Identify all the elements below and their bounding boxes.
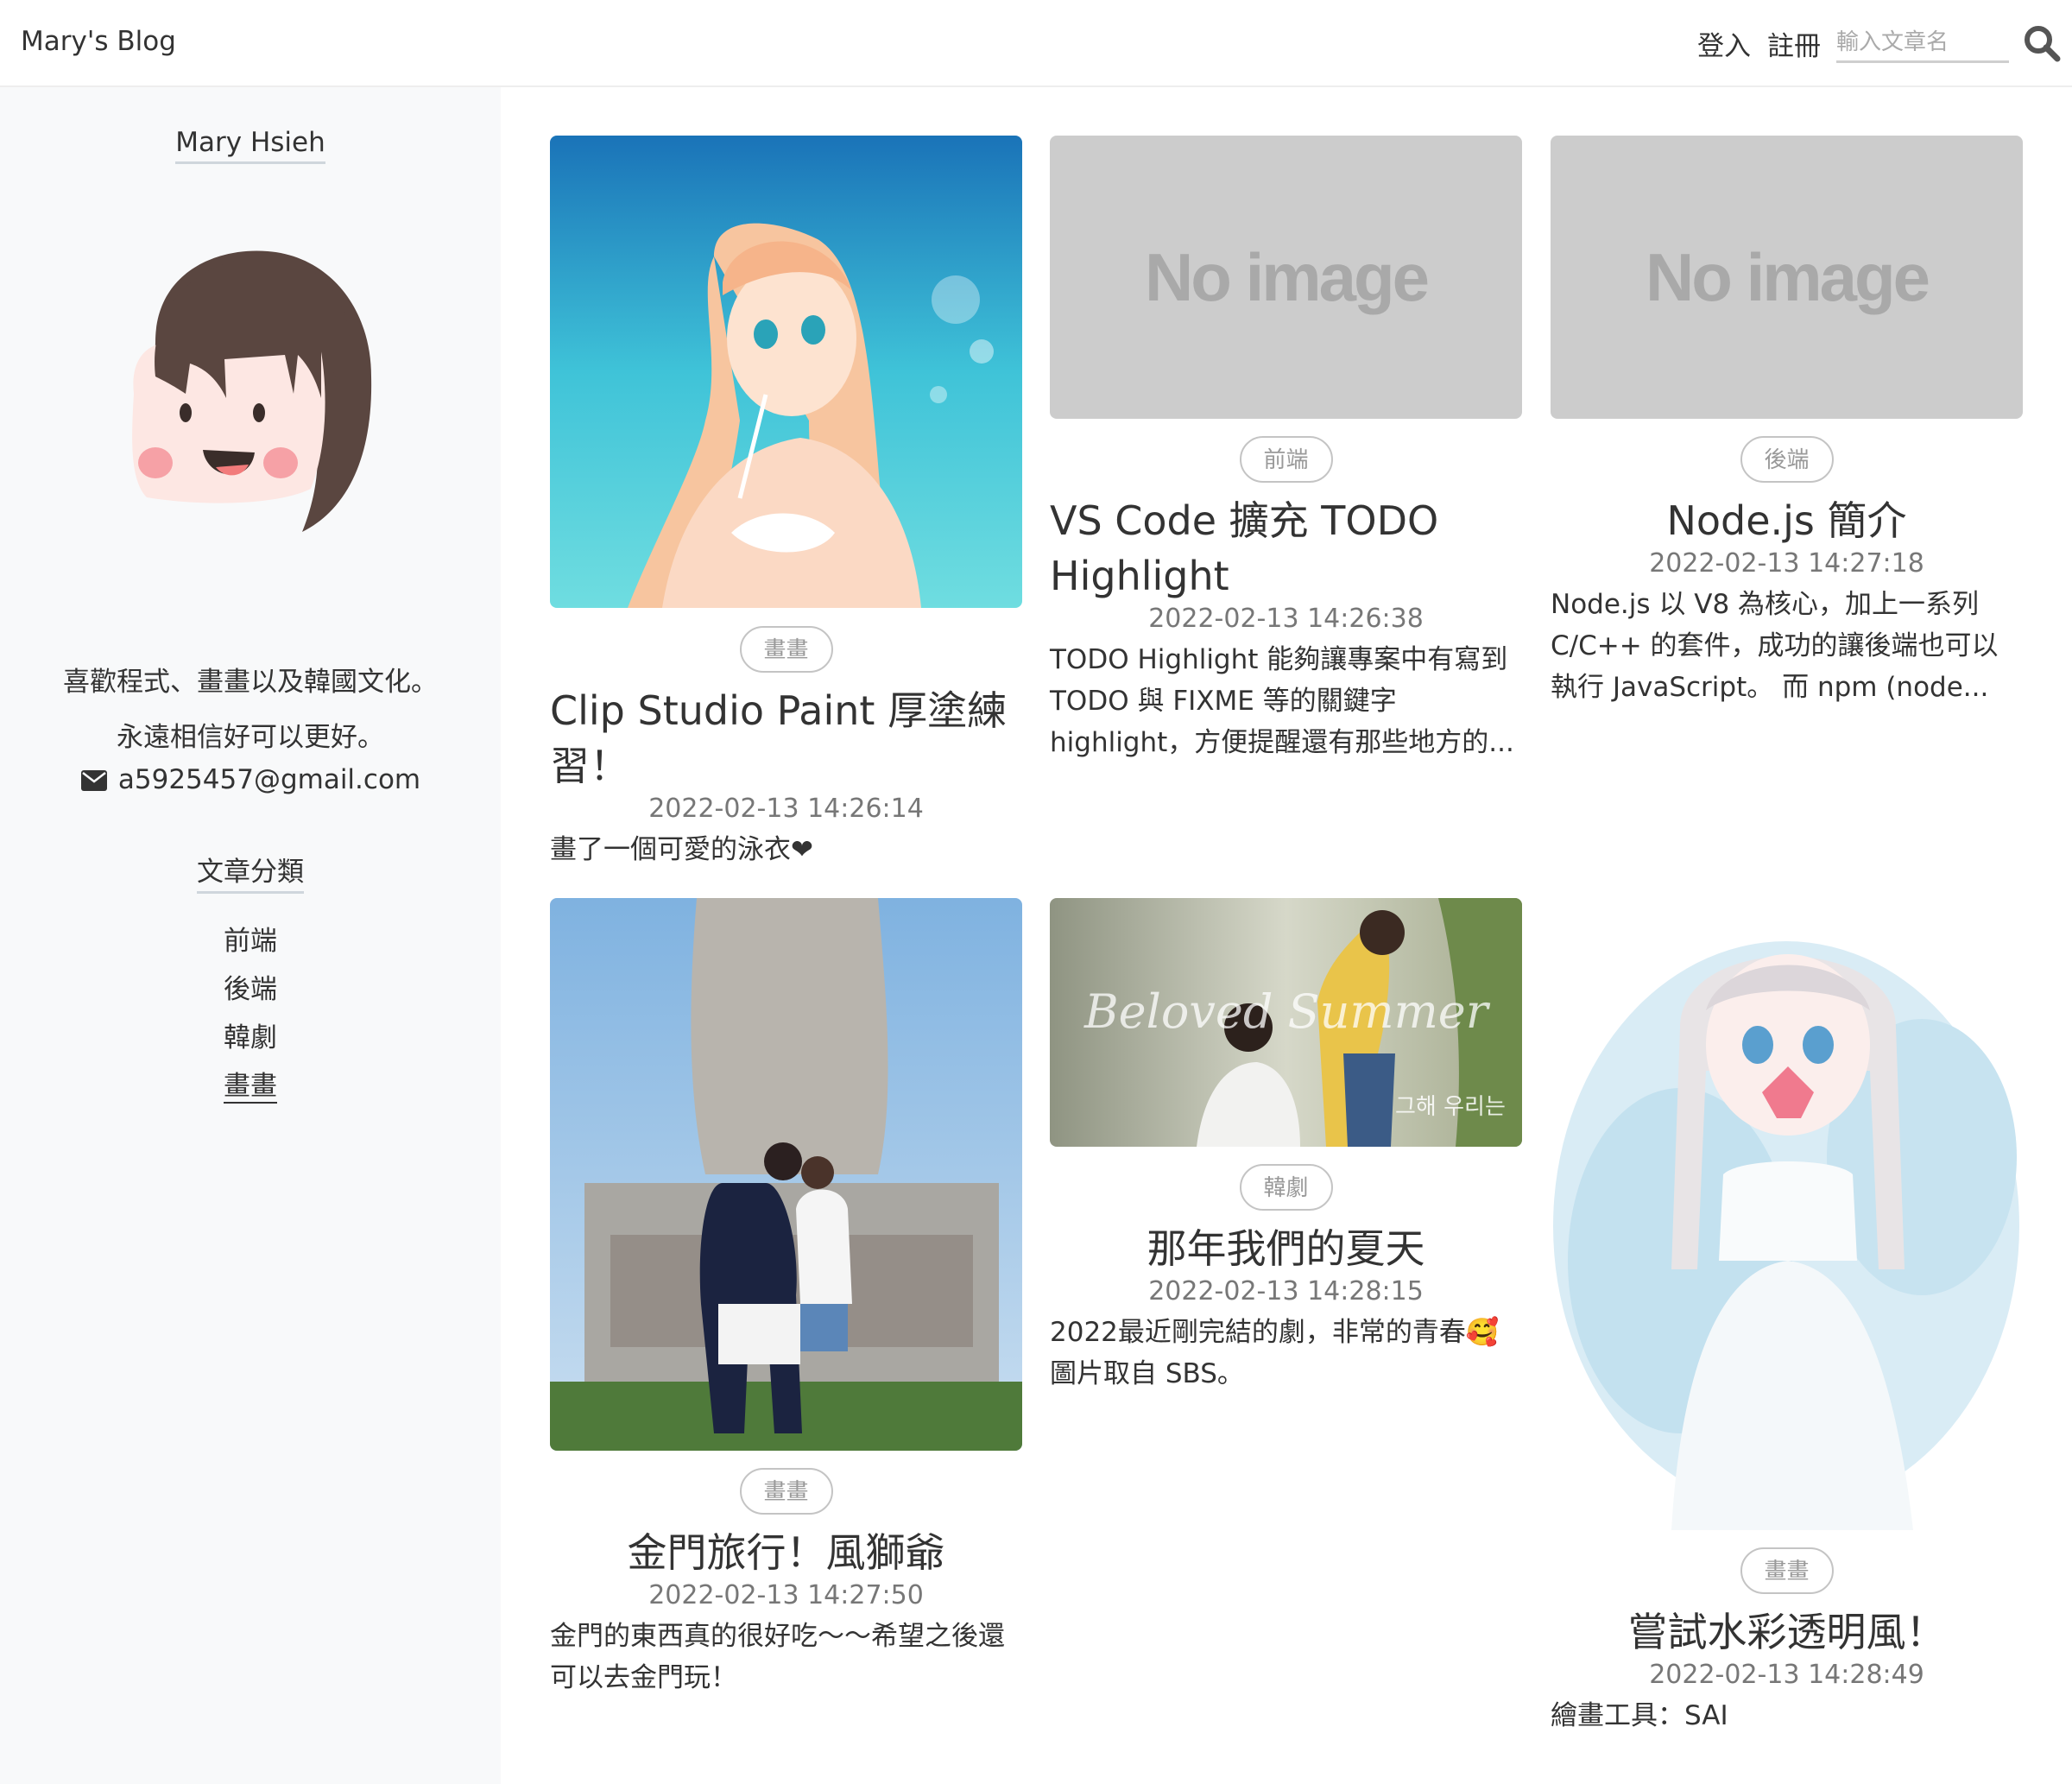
email-row: a5925457@gmail.com: [0, 764, 501, 795]
post-title[interactable]: Clip Studio Paint 厚塗練習！: [550, 683, 1022, 794]
avatar: [132, 250, 372, 532]
post-tag[interactable]: 韓劇: [1239, 1164, 1333, 1211]
navbar: Mary's Blog 登入 註冊: [0, 0, 2072, 87]
post-excerpt: Node.js 以 V8 為核心，加上一系列 C/C++ 的套件，成功的讓後端也…: [1551, 589, 1999, 703]
post-excerpt: 畫了一個可愛的泳衣❤: [550, 834, 813, 865]
email-address[interactable]: a5925457@gmail.com: [118, 764, 420, 795]
search-icon[interactable]: [2023, 24, 2061, 62]
post-date: 2022-02-13 14:28:49: [1649, 1660, 1924, 1690]
post-title[interactable]: 嘗試水彩透明風！: [1551, 1604, 2023, 1660]
sidebar: Mary Hsieh 喜歡程式、畫畫以及韓國文化。 永遠相信好可以更好。 a59…: [0, 87, 501, 1784]
post-image[interactable]: Beloved Summer 그해 우리는: [1050, 898, 1522, 1147]
author-name: Mary Hsieh: [0, 127, 501, 164]
post-title[interactable]: VS Code 擴充 TODO Highlight: [1050, 493, 1522, 604]
image-overlay-text: Beloved Summer: [1083, 984, 1491, 1039]
envelope-icon: [80, 770, 107, 791]
categories-heading: 文章分類: [0, 850, 501, 894]
post-tag[interactable]: 畫畫: [739, 1468, 833, 1515]
post-date: 2022-02-13 14:26:14: [648, 794, 924, 824]
category-kdrama[interactable]: 韓劇: [0, 1015, 501, 1054]
post-card[interactable]: No image 前端 VS Code 擴充 TODO Highlight 20…: [1050, 136, 1522, 775]
category-drawing[interactable]: 畫畫: [0, 1064, 501, 1104]
register-link[interactable]: 註冊: [1767, 24, 1821, 63]
post-image-placeholder[interactable]: No image: [1050, 136, 1522, 419]
post-excerpt: TODO Highlight 能夠讓專案中有寫到 TODO 與 FIXME 等的…: [1050, 644, 1514, 758]
post-image[interactable]: [1551, 898, 2023, 1530]
post-tag[interactable]: 後端: [1740, 436, 1834, 483]
post-image[interactable]: [550, 136, 1022, 608]
post-image[interactable]: [550, 898, 1022, 1451]
post-card[interactable]: 畫畫 嘗試水彩透明風！ 2022-02-13 14:28:49 繪畫工具：SAI: [1551, 898, 2023, 1744]
post-date: 2022-02-13 14:27:18: [1649, 548, 1924, 579]
post-title[interactable]: 金門旅行！風獅爺: [550, 1525, 1022, 1580]
post-date: 2022-02-13 14:26:38: [1148, 604, 1424, 634]
bio-line-1: 喜歡程式、畫畫以及韓國文化。: [63, 667, 438, 698]
category-frontend[interactable]: 前端: [0, 919, 501, 958]
bio-line-2: 永遠相信好可以更好。: [117, 722, 384, 753]
login-link[interactable]: 登入: [1697, 24, 1751, 63]
search-input[interactable]: [1836, 24, 2009, 63]
post-title[interactable]: Node.js 簡介: [1551, 493, 2023, 548]
category-backend[interactable]: 後端: [0, 967, 501, 1006]
image-korean-title: 그해 우리는: [1395, 1094, 1506, 1120]
post-card[interactable]: Beloved Summer 그해 우리는 韓劇 那年我們的夏天 2022-02…: [1050, 898, 1522, 1416]
post-image-placeholder[interactable]: No image: [1551, 136, 2023, 419]
post-card[interactable]: 畫畫 Clip Studio Paint 厚塗練習！ 2022-02-13 14…: [550, 136, 1022, 878]
post-tag[interactable]: 畫畫: [739, 626, 833, 673]
post-title[interactable]: 那年我們的夏天: [1050, 1221, 1522, 1276]
post-date: 2022-02-13 14:27:50: [648, 1580, 924, 1610]
post-card[interactable]: No image 後端 Node.js 簡介 2022-02-13 14:27:…: [1551, 136, 2023, 740]
post-card[interactable]: 畫畫 金門旅行！風獅爺 2022-02-13 14:27:50 金門的東西真的很…: [550, 898, 1022, 1710]
post-tag[interactable]: 畫畫: [1740, 1547, 1834, 1594]
post-excerpt: 金門的東西真的很好吃～～希望之後還可以去金門玩！: [550, 1621, 1005, 1693]
post-excerpt: 繪畫工具：SAI: [1551, 1700, 1728, 1731]
post-tag[interactable]: 前端: [1239, 436, 1333, 483]
post-excerpt-line-2: 圖片取自 SBS。: [1050, 1358, 1244, 1389]
post-excerpt: 2022最近剛完結的劇，非常的青春🥰: [1050, 1317, 1500, 1348]
brand-link[interactable]: Mary's Blog: [21, 26, 176, 57]
post-date: 2022-02-13 14:28:15: [1148, 1276, 1424, 1306]
